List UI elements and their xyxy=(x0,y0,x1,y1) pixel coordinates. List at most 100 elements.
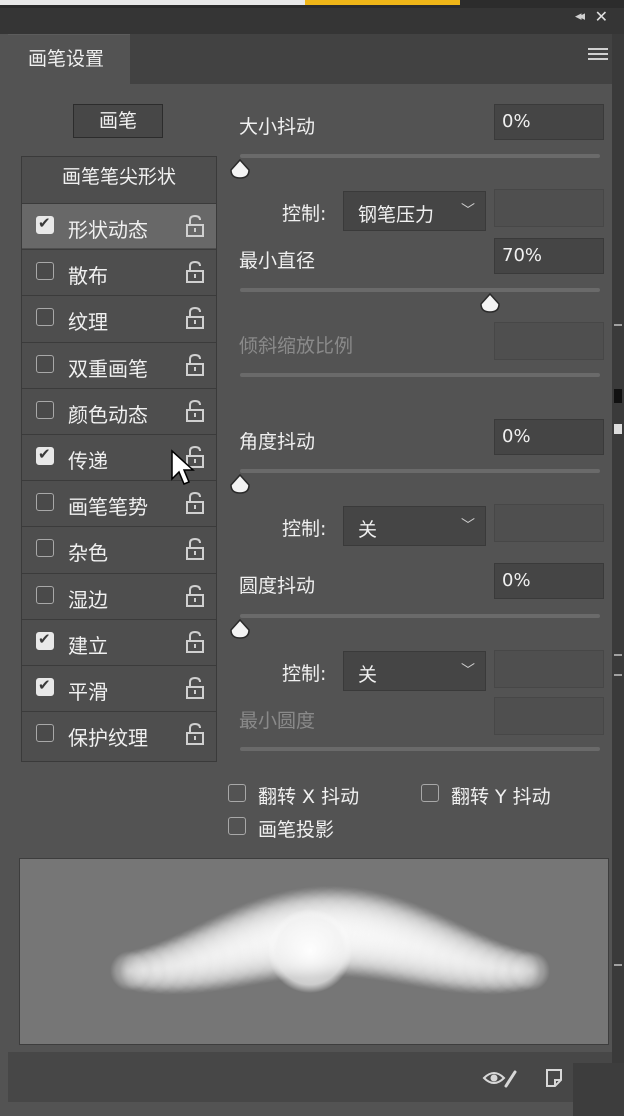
brush-tip-shape-item[interactable]: 画笔笔尖形状 xyxy=(22,157,216,197)
size-control-select[interactable]: 钢笔压力 ﹀ xyxy=(343,191,486,231)
tab-label: 画笔设置 xyxy=(28,48,105,70)
unlock-icon[interactable] xyxy=(184,676,206,700)
option-label: 双重画笔 xyxy=(68,356,148,381)
unlock-icon[interactable] xyxy=(184,630,206,654)
unlock-icon[interactable] xyxy=(184,722,206,746)
brush-stroke-preview xyxy=(19,858,609,1045)
option-row[interactable]: 建立 xyxy=(22,618,216,664)
min-diameter-field[interactable]: 70% xyxy=(494,238,604,274)
unlock-icon[interactable] xyxy=(184,399,206,423)
option-label: 杂色 xyxy=(68,541,108,566)
tilt-scale-label: 倾斜缩放比例 xyxy=(239,335,354,357)
roundness-control-select[interactable]: 关 ﹀ xyxy=(343,651,486,691)
double-chevron-left-icon[interactable]: ◂◂ xyxy=(575,9,585,24)
angle-jitter-label: 角度抖动 xyxy=(239,431,316,453)
size-control-value: 钢笔压力 xyxy=(358,204,435,226)
panel-footer xyxy=(8,1052,612,1102)
option-label: 画笔笔势 xyxy=(68,495,148,520)
option-checkbox[interactable] xyxy=(36,493,54,512)
roundness-jitter-slider[interactable] xyxy=(240,614,600,618)
unlock-icon[interactable] xyxy=(184,353,206,377)
unlock-icon[interactable] xyxy=(184,584,206,608)
brush-presets-button[interactable]: 画笔 xyxy=(73,104,163,138)
option-checkbox[interactable] xyxy=(36,724,54,743)
option-row[interactable]: 散布 xyxy=(22,249,216,294)
flip-x-label: 翻转 X 抖动 xyxy=(258,786,360,808)
option-label: 保护纹理 xyxy=(68,726,148,751)
min-roundness-field[interactable] xyxy=(494,697,604,735)
unlock-icon[interactable] xyxy=(184,214,206,238)
chevron-down-icon: ﹀ xyxy=(461,518,475,534)
option-label: 传递 xyxy=(68,449,108,473)
min-roundness-slider[interactable] xyxy=(240,747,600,751)
option-checkbox[interactable] xyxy=(36,585,54,604)
min-diameter-slider[interactable] xyxy=(240,288,600,292)
option-row[interactable]: 形状动态 xyxy=(22,203,216,248)
option-checkbox[interactable] xyxy=(36,445,54,465)
option-row[interactable]: 杂色 xyxy=(22,526,216,571)
brush-projection-label: 画笔投影 xyxy=(258,819,335,841)
option-label: 建立 xyxy=(68,633,108,658)
tilt-scale-slider[interactable] xyxy=(240,373,600,377)
roundness-jitter-label: 圆度抖动 xyxy=(239,575,316,597)
roundness-jitter-thumb[interactable] xyxy=(229,618,251,640)
option-checkbox[interactable] xyxy=(36,308,54,327)
option-row[interactable]: 保护纹理 xyxy=(22,711,216,756)
option-row[interactable]: 颜色动态 xyxy=(22,387,216,433)
eye-brush-icon[interactable] xyxy=(482,1066,518,1090)
close-icon[interactable]: ✕ xyxy=(595,7,608,26)
roundness-control-fade-field[interactable] xyxy=(494,650,604,688)
unlock-icon[interactable] xyxy=(184,260,206,284)
size-jitter-field[interactable]: 0% xyxy=(494,104,604,140)
option-row[interactable]: 平滑 xyxy=(22,665,216,710)
option-label: 湿边 xyxy=(68,587,108,612)
angle-control-select[interactable]: 关 ﹀ xyxy=(343,506,486,546)
min-roundness-label: 最小圆度 xyxy=(239,710,316,732)
option-checkbox[interactable] xyxy=(36,400,54,419)
hamburger-menu-icon[interactable] xyxy=(588,48,608,63)
tilt-scale-field[interactable] xyxy=(494,322,604,360)
min-diameter-thumb[interactable] xyxy=(479,292,501,314)
brush-projection-checkbox[interactable] xyxy=(228,817,246,835)
footer-corner xyxy=(573,1063,624,1116)
new-preset-icon[interactable] xyxy=(543,1066,567,1090)
option-row[interactable]: 双重画笔 xyxy=(22,341,216,387)
panel-header xyxy=(0,8,624,34)
unlock-icon[interactable] xyxy=(184,491,206,515)
size-jitter-thumb[interactable] xyxy=(229,158,251,180)
flip-x-checkbox[interactable] xyxy=(228,784,246,802)
option-checkbox[interactable] xyxy=(36,539,54,558)
option-row[interactable]: 湿边 xyxy=(22,572,216,618)
brush-dab xyxy=(510,950,550,991)
min-diameter-label: 最小直径 xyxy=(239,250,316,272)
option-checkbox[interactable] xyxy=(36,354,54,373)
option-checkbox[interactable] xyxy=(36,630,54,650)
angle-jitter-thumb[interactable] xyxy=(229,473,251,495)
chevron-down-icon: ﹀ xyxy=(461,203,475,219)
size-control-fade-field[interactable] xyxy=(494,189,604,227)
size-jitter-slider[interactable] xyxy=(240,154,600,158)
option-checkbox[interactable] xyxy=(36,262,54,281)
unlock-icon[interactable] xyxy=(184,306,206,330)
option-label: 形状动态 xyxy=(68,218,148,242)
angle-control-fade-field[interactable] xyxy=(494,504,604,542)
angle-control-label: 控制: xyxy=(282,518,327,540)
option-checkbox[interactable] xyxy=(36,676,54,696)
option-checkbox[interactable] xyxy=(36,214,54,234)
unlock-icon[interactable] xyxy=(184,537,206,561)
roundness-jitter-field[interactable]: 0% xyxy=(494,563,604,599)
flip-y-label: 翻转 Y 抖动 xyxy=(451,786,551,808)
option-row[interactable]: 纹理 xyxy=(22,295,216,340)
size-control-label: 控制: xyxy=(282,203,327,225)
angle-jitter-slider[interactable] xyxy=(240,469,600,473)
roundness-control-value: 关 xyxy=(358,664,378,686)
option-label: 散布 xyxy=(68,264,108,289)
window-top-strip xyxy=(0,0,624,8)
stroke-preview-graphic xyxy=(110,885,550,995)
option-label: 平滑 xyxy=(68,680,108,704)
option-label: 颜色动态 xyxy=(68,402,148,427)
chevron-down-icon: ﹀ xyxy=(461,663,475,679)
neighbor-panel-edge xyxy=(612,34,624,1116)
angle-jitter-field[interactable]: 0% xyxy=(494,419,604,455)
flip-y-checkbox[interactable] xyxy=(421,784,439,802)
